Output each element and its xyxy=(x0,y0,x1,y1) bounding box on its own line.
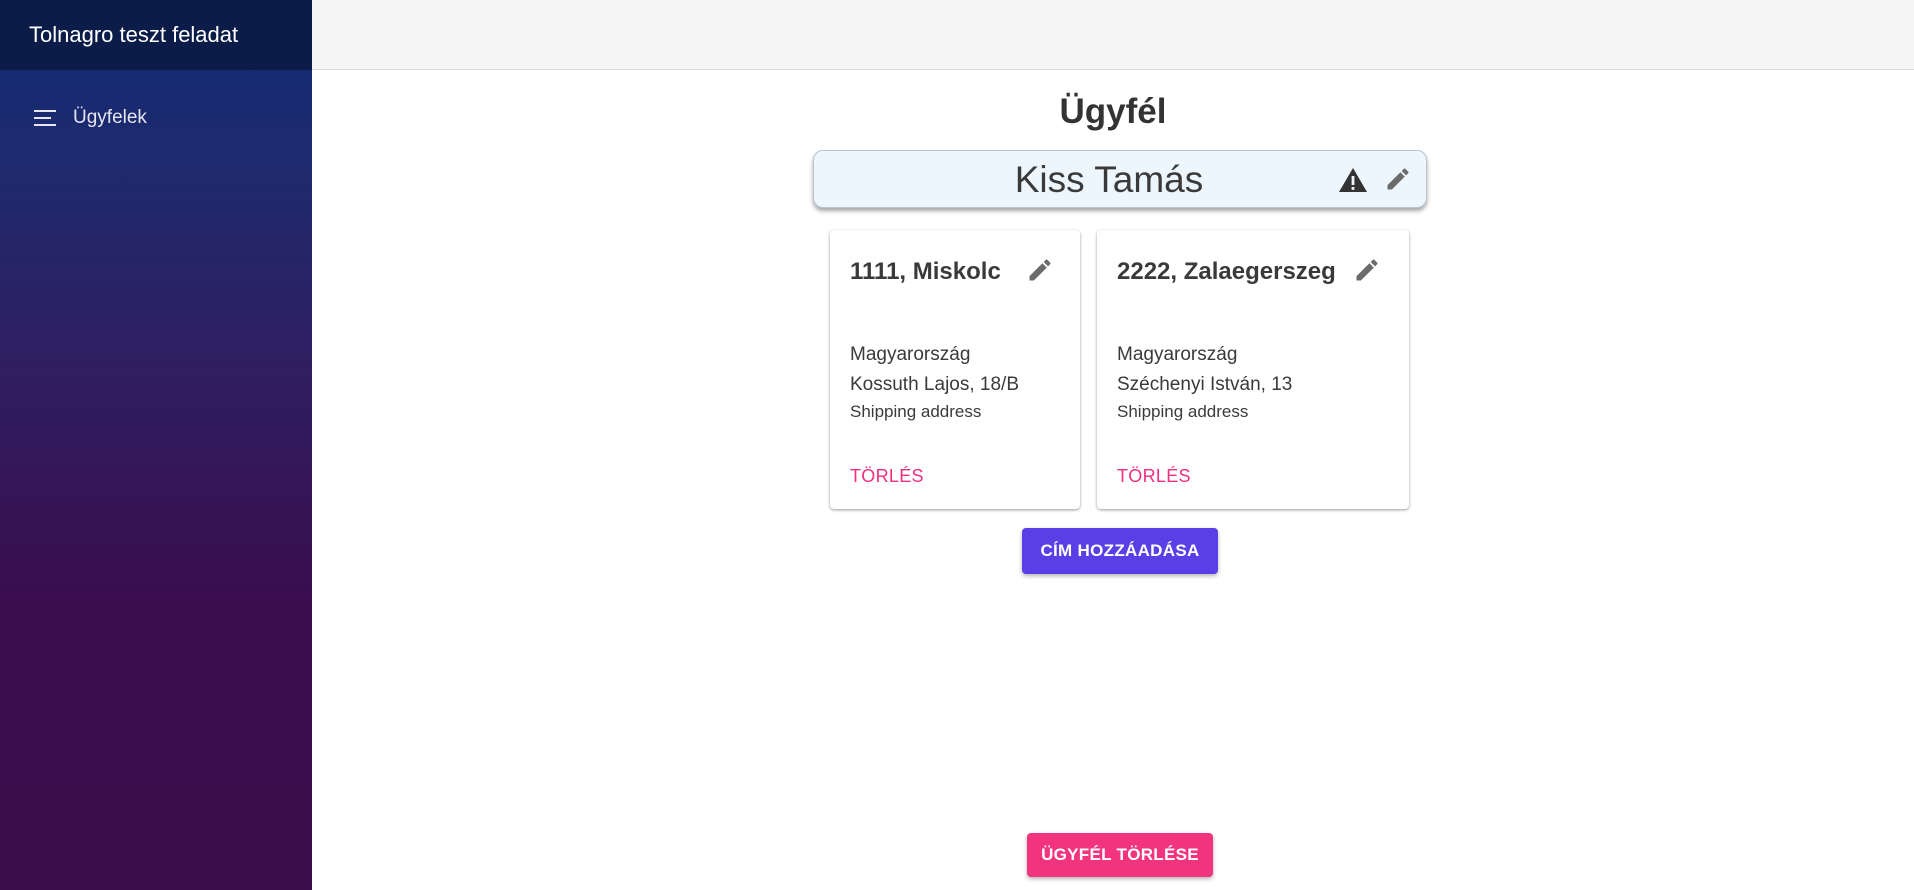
address-country: Magyarország xyxy=(1117,344,1238,365)
top-bar xyxy=(312,0,1914,70)
address-country: Magyarország xyxy=(850,344,971,365)
address-street: Kossuth Lajos, 18/B xyxy=(850,374,1019,395)
main-content: Ügyfél Kiss Tamás 1111, Miskolc Magyaror… xyxy=(312,70,1914,890)
edit-name-pencil-icon[interactable] xyxy=(1384,165,1412,193)
app-title: Tolnagro teszt feladat xyxy=(29,22,239,47)
edit-address-pencil-icon[interactable] xyxy=(1353,256,1381,284)
sidebar: Tolnagro teszt feladat Ügyfelek xyxy=(0,0,312,890)
delete-customer-button[interactable]: ÜGYFÉL TÖRLÉSE xyxy=(1027,833,1213,877)
address-card: 2222, Zalaegerszeg Magyarország Szécheny… xyxy=(1097,230,1409,509)
customer-name-card: Kiss Tamás xyxy=(813,150,1427,208)
address-card: 1111, Miskolc Magyarország Kossuth Lajos… xyxy=(830,230,1080,509)
address-street: Széchenyi István, 13 xyxy=(1117,374,1293,395)
address-type: Shipping address xyxy=(850,402,982,421)
address-type: Shipping address xyxy=(1117,402,1249,421)
customer-name: Kiss Tamás xyxy=(1014,159,1204,200)
menu-lines-icon xyxy=(33,107,59,129)
sidebar-item-customers[interactable]: Ügyfelek xyxy=(33,102,147,134)
add-address-button[interactable]: CÍM HOZZÁADÁSA xyxy=(1022,528,1218,574)
edit-address-pencil-icon[interactable] xyxy=(1026,256,1054,284)
delete-address-button[interactable]: TÖRLÉS xyxy=(850,466,924,487)
delete-address-button[interactable]: TÖRLÉS xyxy=(1117,466,1191,487)
address-title: 1111, Miskolc xyxy=(850,258,1001,285)
page-title: Ügyfél xyxy=(1059,92,1167,131)
app-title-bar: Tolnagro teszt feladat xyxy=(0,0,312,70)
sidebar-item-label: Ügyfelek xyxy=(73,107,147,128)
warning-icon xyxy=(1338,167,1368,193)
address-title: 2222, Zalaegerszeg xyxy=(1117,258,1336,285)
